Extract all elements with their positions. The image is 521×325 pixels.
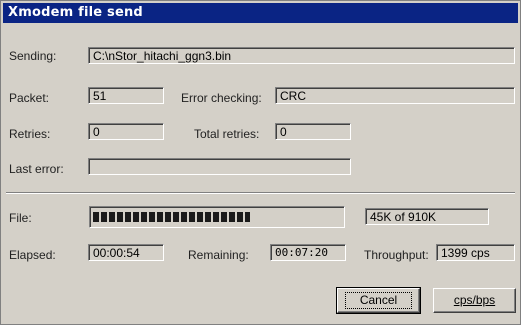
cancel-button[interactable]: Cancel	[336, 287, 421, 314]
elapsed-label: Elapsed:	[9, 248, 56, 262]
sending-field: C:\nStor_hitachi_ggn3.bin	[88, 47, 515, 64]
remaining-label: Remaining:	[188, 248, 249, 262]
retries-field: 0	[88, 123, 164, 140]
window-title: Xmodem file send	[8, 5, 143, 20]
packet-field: 51	[88, 87, 164, 104]
throughput-label: Throughput:	[364, 248, 429, 262]
packet-label: Packet:	[9, 91, 50, 105]
cancel-button-label: Cancel	[344, 292, 413, 309]
remaining-field: 00:07:20	[270, 244, 346, 261]
elapsed-field: 00:00:54	[88, 244, 164, 261]
separator	[6, 192, 515, 194]
xmodem-dialog: Xmodem file send Sending: C:\nStor_hitac…	[0, 0, 521, 325]
file-progress-fill	[93, 212, 250, 222]
title-bar[interactable]: Xmodem file send	[3, 3, 518, 23]
cps-bps-button-label: cps/bps	[453, 293, 496, 307]
file-label: File:	[9, 211, 32, 225]
last-error-label: Last error:	[9, 162, 64, 176]
last-error-field	[88, 158, 351, 175]
error-checking-label: Error checking:	[181, 91, 262, 105]
total-retries-field: 0	[275, 123, 351, 140]
throughput-field: 1399 cps	[436, 244, 515, 261]
error-checking-field: CRC	[275, 87, 515, 104]
file-size-status: 45K of 910K	[365, 208, 489, 225]
sending-label: Sending:	[9, 49, 57, 63]
total-retries-label: Total retries:	[194, 127, 260, 141]
cps-bps-button[interactable]: cps/bps	[433, 288, 516, 313]
file-progress-bar	[89, 206, 345, 228]
retries-label: Retries:	[9, 127, 51, 141]
